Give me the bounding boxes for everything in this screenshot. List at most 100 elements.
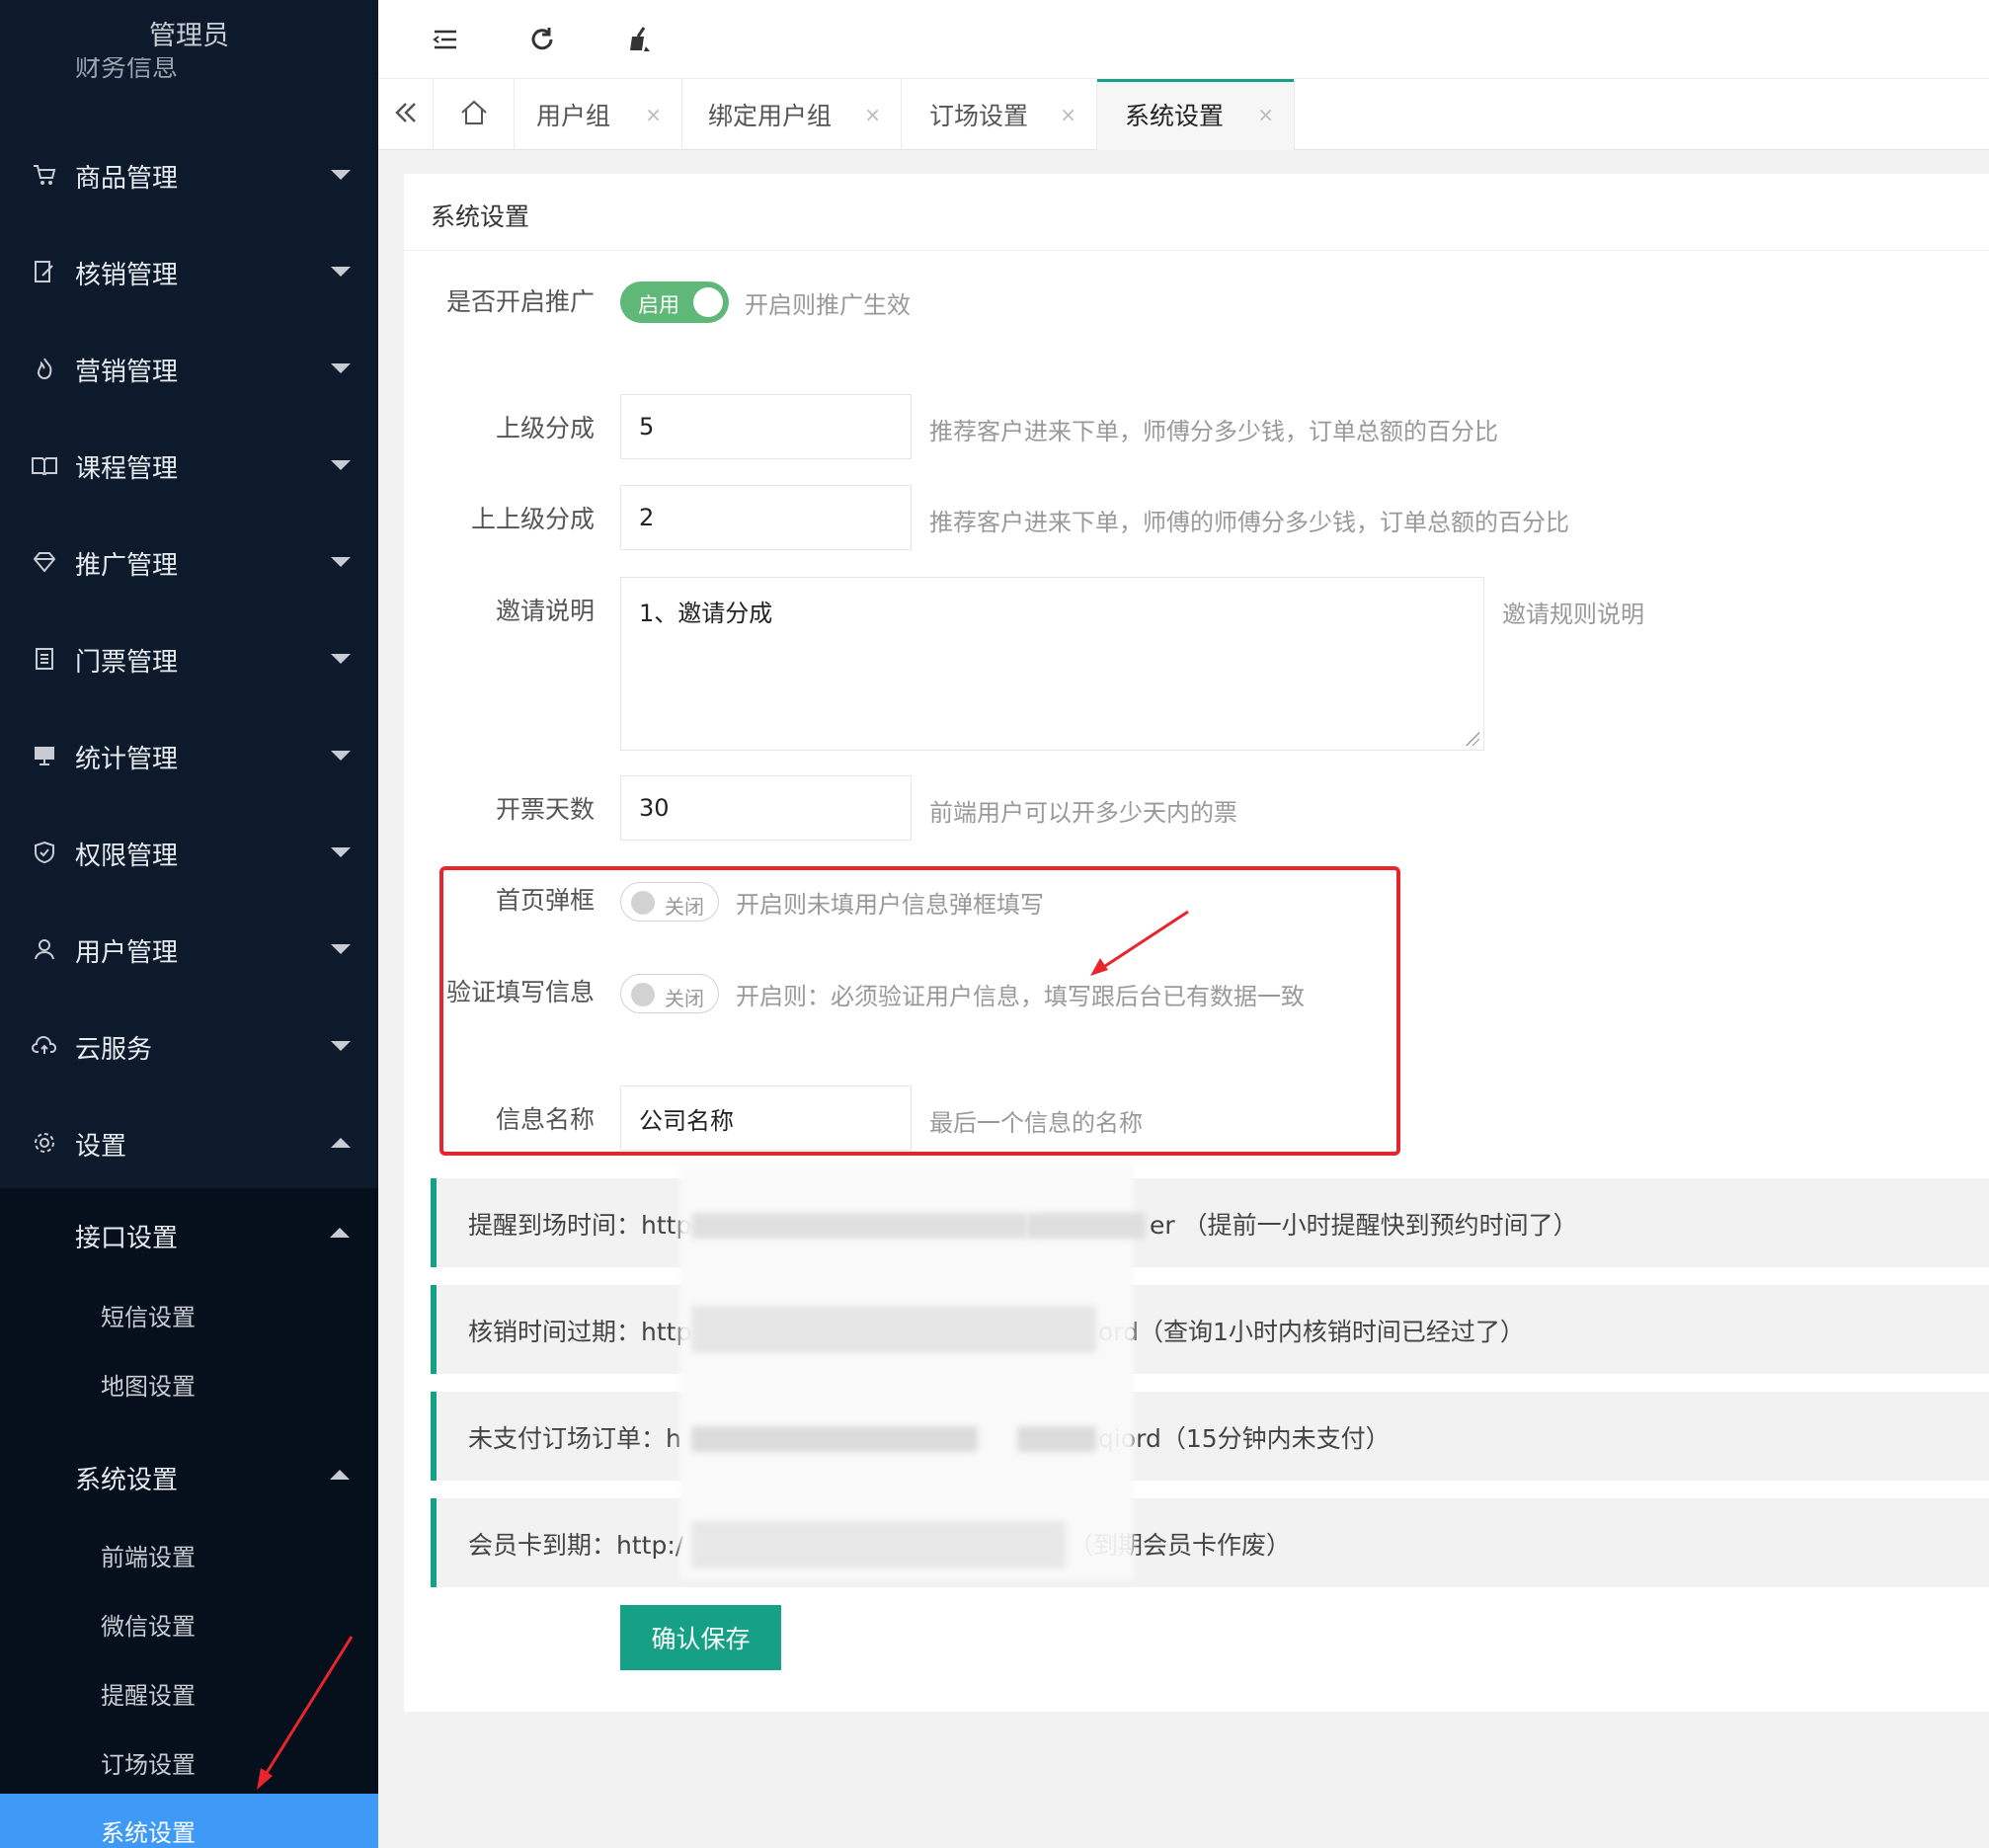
invite-textarea[interactable]: 1、邀请分成 — [620, 577, 1484, 751]
chevron-up-icon — [330, 1228, 350, 1238]
promo-tip: 开启则推广生效 — [745, 291, 911, 319]
redaction-blur — [1027, 1213, 1146, 1239]
sidebar-item-system-settings-group[interactable]: 系统设置 — [75, 1460, 350, 1496]
book-icon — [32, 452, 57, 478]
chevron-down-icon — [331, 654, 351, 664]
chevron-down-icon — [331, 363, 351, 373]
sidebar-title: 管理员 — [149, 21, 229, 51]
note-suffix: er （提前一小时提醒快到预约时间了） — [1150, 1211, 1578, 1240]
sidebar-item-settings[interactable]: 设置 — [0, 1112, 378, 1171]
save-button[interactable]: 确认保存 — [620, 1605, 781, 1670]
info-name-label: 信息名称 — [495, 1105, 595, 1134]
home-icon — [460, 100, 488, 129]
verify-switch[interactable]: 关闭 — [620, 974, 719, 1013]
sidebar-item-label: 门票管理 — [75, 648, 179, 678]
level2-input[interactable]: 2 — [620, 485, 912, 550]
popup-switch[interactable]: 关闭 — [620, 882, 719, 922]
sidebar-item-label: 财务信息 — [75, 57, 179, 83]
sidebar-item-label: 云服务 — [75, 1035, 153, 1065]
tab-home[interactable] — [434, 79, 515, 150]
tab-user-group[interactable]: 用户组 × — [515, 79, 682, 150]
chevron-down-icon — [331, 557, 351, 567]
note-reminder: 提醒到场时间：http er （提前一小时提醒快到预约时间了） — [431, 1178, 1989, 1267]
switch-text: 启用 — [638, 293, 679, 317]
sidebar-item-label: 设置 — [75, 1132, 127, 1162]
promo-label: 是否开启推广 — [445, 287, 595, 316]
tab-label: 系统设置 — [1125, 102, 1225, 130]
sidebar-item-marketing[interactable]: 营销管理 — [0, 338, 378, 397]
sidebar-item-statistics[interactable]: 统计管理 — [0, 725, 378, 784]
promo-switch[interactable]: 启用 — [620, 281, 729, 323]
ticket-days-input[interactable]: 30 — [620, 775, 912, 841]
invite-label: 邀请说明 — [495, 597, 595, 625]
sidebar-item-label: 推广管理 — [75, 551, 179, 581]
sidebar-item-promotion[interactable]: 推广管理 — [0, 531, 378, 591]
switch-text: 关闭 — [665, 895, 704, 919]
note-prefix: 核销时间过期：http — [468, 1318, 692, 1346]
cloud-icon — [32, 1033, 57, 1059]
tab-bar: 用户组 × 绑定用户组 × 订场设置 × 系统设置 × — [378, 79, 1989, 150]
fire-icon — [32, 356, 57, 381]
redaction-blur — [691, 1213, 1027, 1239]
menu-fold-icon[interactable] — [428, 22, 463, 57]
close-icon[interactable]: × — [1257, 103, 1274, 126]
sidebar-item-label: 课程管理 — [75, 454, 179, 484]
gear-icon — [32, 1130, 57, 1156]
sidebar-item-sms-settings[interactable]: 短信设置 — [101, 1298, 196, 1332]
sidebar-item-label: 系统设置 — [75, 1466, 179, 1495]
invite-tip: 邀请规则说明 — [1502, 601, 1644, 628]
ticket-days-label: 开票天数 — [495, 795, 595, 824]
refresh-icon[interactable] — [524, 22, 560, 57]
card-title: 系统设置 — [431, 202, 530, 231]
tab-system-settings[interactable]: 系统设置 × — [1097, 79, 1295, 150]
note-suffix: ord（查询1小时内核销时间已经过了） — [1098, 1318, 1525, 1346]
sidebar-item-label: 商品管理 — [75, 164, 179, 194]
sidebar-item-label: 接口设置 — [75, 1224, 179, 1253]
close-icon[interactable]: × — [1060, 103, 1076, 126]
note-suffix: qiord（15分钟内未支付） — [1098, 1424, 1391, 1453]
level1-input[interactable]: 5 — [620, 394, 912, 459]
sidebar-item-wechat-settings[interactable]: 微信设置 — [101, 1607, 196, 1642]
redaction-blur — [691, 1426, 978, 1452]
tab-booking-settings[interactable]: 订场设置 × — [902, 79, 1097, 150]
switch-knob — [631, 983, 655, 1006]
sidebar-item-users[interactable]: 用户管理 — [0, 919, 378, 978]
user-icon — [32, 936, 57, 962]
verify-tip: 开启则：必须验证用户信息，填写跟后台已有数据一致 — [736, 983, 1305, 1010]
sidebar-item-api-settings[interactable]: 接口设置 — [75, 1218, 350, 1254]
tabs-prev-button[interactable] — [378, 79, 434, 150]
close-icon[interactable]: × — [645, 103, 662, 126]
redaction-blur — [1017, 1426, 1096, 1452]
sidebar-item-permission[interactable]: 权限管理 — [0, 822, 378, 881]
card-header: 系统设置 — [404, 174, 1989, 251]
clean-icon[interactable] — [621, 22, 657, 57]
note-prefix: 提醒到场时间：http — [468, 1211, 692, 1240]
chevron-down-icon — [331, 170, 351, 180]
sidebar-item-booking-settings[interactable]: 订场设置 — [101, 1745, 196, 1780]
info-name-tip: 最后一个信息的名称 — [929, 1109, 1143, 1137]
note-prefix: 未支付订场订单：h — [468, 1424, 681, 1453]
note-unpaid-order: 未支付订场订单：h qiord（15分钟内未支付） — [431, 1392, 1989, 1481]
sidebar-item-reminder-settings[interactable]: 提醒设置 — [101, 1676, 196, 1711]
sidebar-item-map-settings[interactable]: 地图设置 — [101, 1367, 196, 1402]
sidebar-item-cloud[interactable]: 云服务 — [0, 1015, 378, 1075]
sidebar-item-finance[interactable]: 财务信息 — [28, 57, 178, 89]
resize-handle[interactable] — [1466, 732, 1479, 746]
double-chevron-left-icon — [394, 102, 418, 127]
sidebar-item-frontend-settings[interactable]: 前端设置 — [101, 1538, 196, 1572]
redaction-blur — [691, 1521, 1067, 1568]
ticket-days-tip: 前端用户可以开多少天内的票 — [929, 799, 1237, 827]
sidebar-item-course[interactable]: 课程管理 — [0, 435, 378, 494]
tab-label: 绑定用户组 — [708, 102, 833, 130]
switch-knob — [631, 891, 655, 915]
sidebar-item-verify[interactable]: 核销管理 — [0, 241, 378, 300]
sidebar-item-goods[interactable]: 商品管理 — [0, 144, 378, 203]
chevron-down-icon — [331, 1041, 351, 1051]
sidebar-item-system-settings[interactable]: 系统设置 — [0, 1794, 378, 1848]
tab-bind-user-group[interactable]: 绑定用户组 × — [682, 79, 902, 150]
info-name-input[interactable]: 公司名称 — [620, 1085, 912, 1151]
level1-label: 上级分成 — [495, 414, 595, 442]
level1-tip: 推荐客户进来下单，师傅分多少钱，订单总额的百分比 — [929, 418, 1498, 445]
close-icon[interactable]: × — [864, 103, 881, 126]
sidebar-item-ticket[interactable]: 门票管理 — [0, 628, 378, 687]
